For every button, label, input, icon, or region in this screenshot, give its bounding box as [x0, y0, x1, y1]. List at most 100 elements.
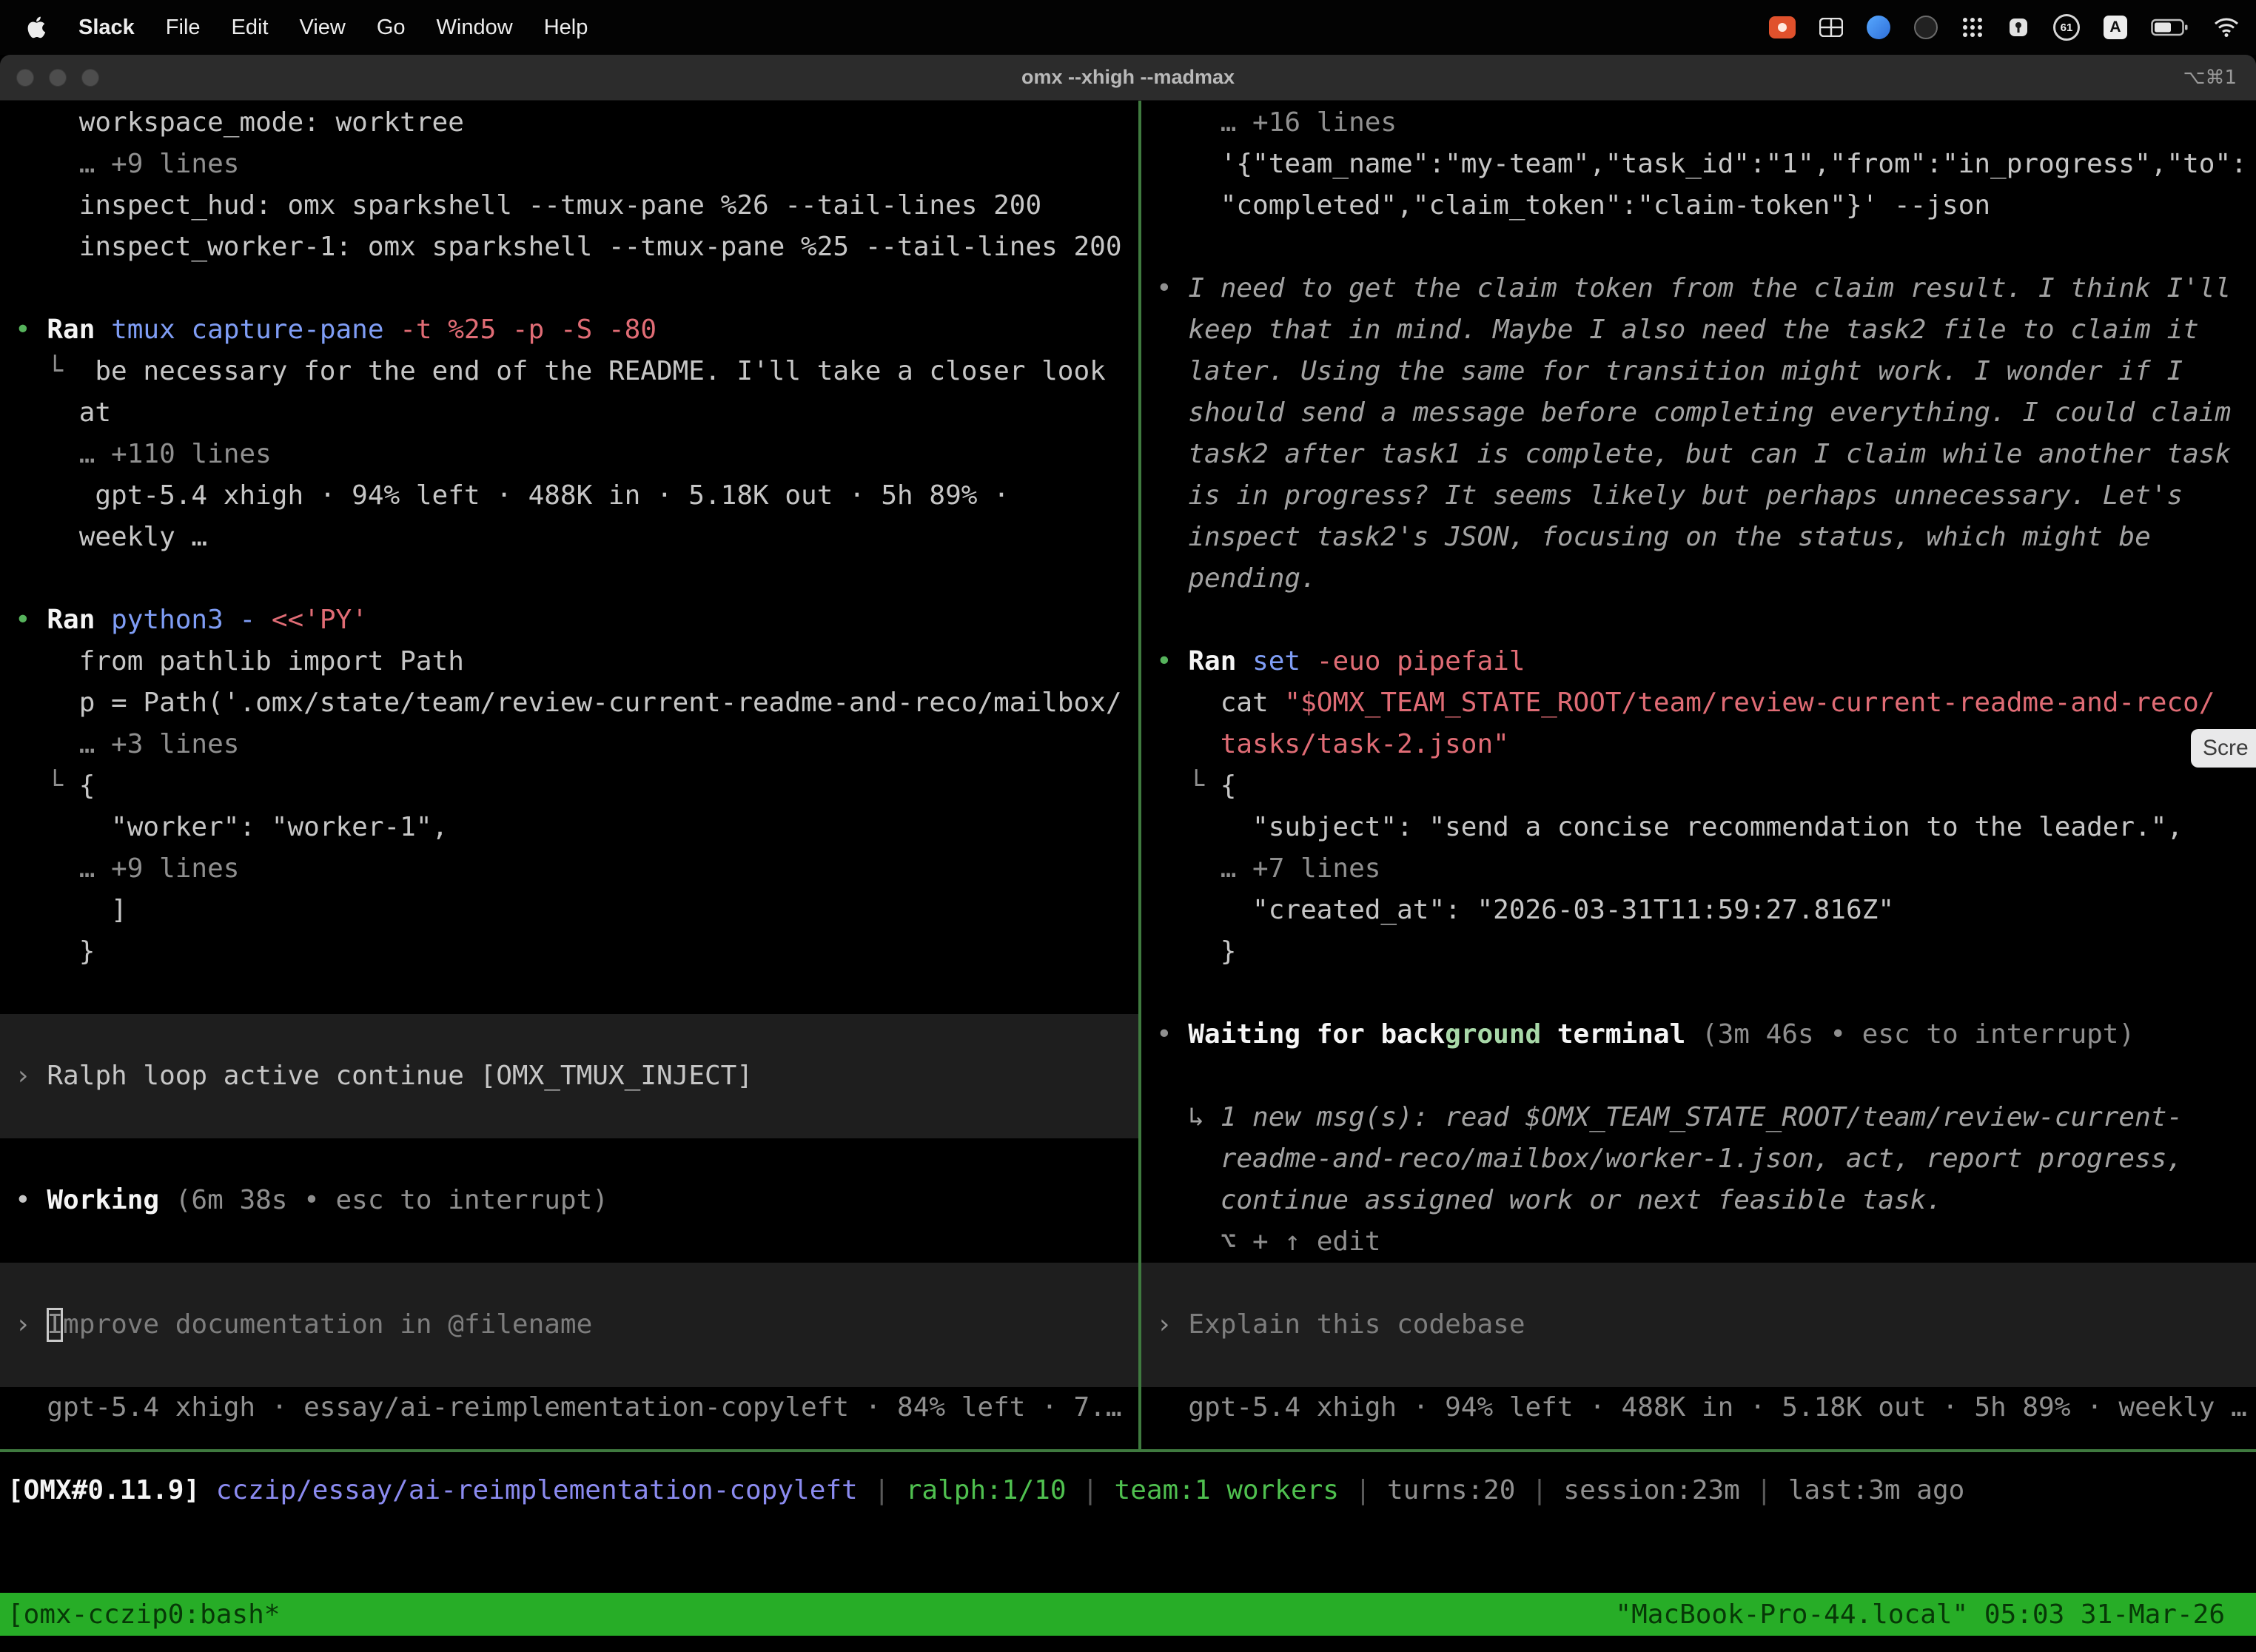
- terminal-line: should send a message before completing …: [1156, 392, 2241, 434]
- text-segment: (3m 46s • esc to interrupt): [1685, 1019, 2135, 1050]
- terminal-line: continue assigned work or next feasible …: [1156, 1180, 2241, 1221]
- wifi-icon[interactable]: [2213, 17, 2240, 38]
- screen-recording-indicator-icon[interactable]: [1769, 16, 1796, 38]
- terminal-line: … +9 lines: [15, 144, 1124, 185]
- text-segment: •: [1156, 273, 1188, 303]
- close-button[interactable]: [16, 69, 34, 87]
- dots-grid-icon[interactable]: [1961, 16, 1984, 38]
- pane-divider-horizontal[interactable]: [0, 1449, 2256, 1452]
- text-segment: •: [1156, 1019, 1188, 1050]
- terminal-line: '{"team_name":"my-team","task_id":"1","f…: [1156, 144, 2241, 185]
- text-segment: •: [15, 605, 47, 635]
- app-menu-slack[interactable]: Slack: [78, 16, 135, 40]
- text-segment: "worker": "worker-1",: [15, 812, 448, 842]
- menu-bar-left: Slack File Edit View Go Window Help: [0, 16, 588, 40]
- desktop-screen: Slack File Edit View Go Window Help: [0, 0, 2256, 1652]
- text-segment: tmux capture-pane: [95, 315, 383, 345]
- terminal-line: "created_at": "2026-03-31T11:59:27.816Z": [1156, 890, 2241, 931]
- terminal-line: keep that in mind. Maybe I also need the…: [1156, 309, 2241, 351]
- window-title-bar[interactable]: omx --xhigh --madmax ⌥⌘1: [0, 55, 2256, 101]
- text-segment: "subject": "send a concise recommendatio…: [1156, 812, 2183, 842]
- text-segment: Ran: [47, 315, 95, 345]
- app-icon-blue[interactable]: [1867, 16, 1890, 39]
- menu-window[interactable]: Window: [437, 16, 513, 40]
- minimize-button[interactable]: [49, 69, 67, 87]
- terminal-line: "subject": "send a concise recommendatio…: [1156, 807, 2241, 848]
- battery-gauge-icon[interactable]: 61: [2053, 14, 2080, 41]
- text-segment: gpt-5.4 xhigh · 94% left · 488K in · 5.1…: [1156, 1392, 2247, 1423]
- text-segment: Waiting for back: [1188, 1019, 1445, 1050]
- menu-bar-status-icons: 61 A: [1769, 14, 2256, 41]
- text-segment: "$OMX_TEAM_STATE_ROOT/team/review-curren…: [1284, 688, 2215, 718]
- terminal-pane-left[interactable]: workspace_mode: worktree … +9 lines insp…: [0, 101, 1138, 1449]
- terminal-line: }: [15, 931, 1124, 973]
- terminal-line: └ {: [1156, 765, 2241, 807]
- menu-view[interactable]: View: [300, 16, 346, 40]
- text-segment: •: [15, 315, 47, 345]
- text-segment: gpt-5.4 xhigh · 94% left · 488K in · 5.1…: [15, 480, 1010, 511]
- text-segment: ]: [15, 895, 127, 925]
- text-segment: workspace_mode: worktree: [15, 107, 464, 138]
- terminal-line: … +110 lines: [15, 434, 1124, 475]
- composer-band[interactable]: › Improve documentation in @filename: [0, 1263, 1138, 1387]
- menu-file[interactable]: File: [166, 16, 201, 40]
- overlay-label: Scre: [2203, 736, 2249, 761]
- terminal-line: • Ran tmux capture-pane -t %25 -p -S -80: [15, 309, 1124, 351]
- terminal-line: [1156, 600, 2241, 641]
- text-segment: I need to get the claim token from the c…: [1188, 273, 2231, 303]
- composer-band[interactable]: › Ralph loop active continue [OMX_TMUX_I…: [0, 1014, 1138, 1138]
- text-segment: later. Using the same for transition mig…: [1156, 356, 2183, 386]
- text-segment: ›: [1156, 1309, 1188, 1340]
- omx-status-line: [OMX#0.11.9] cczip/essay/ai-reimplementa…: [0, 1470, 2256, 1511]
- text-segment: should send a message before completing …: [1156, 397, 2231, 428]
- window-tiles-icon[interactable]: [1819, 18, 1843, 37]
- terminal-line: [15, 268, 1124, 309]
- password-key-icon[interactable]: [2007, 16, 2030, 38]
- text-segment: Ran: [47, 605, 95, 635]
- terminal-pane-right[interactable]: … +16 lines '{"team_name":"my-team","tas…: [1141, 101, 2256, 1449]
- terminal-line: [1156, 973, 2241, 1014]
- text-segment: "created_at": "2026-03-31T11:59:27.816Z": [1156, 895, 1894, 925]
- zoom-button[interactable]: [81, 69, 99, 87]
- text-segment: '{"team_name":"my-team","task_id":"1","f…: [1156, 149, 2247, 179]
- text-segment: cczip/essay/ai-reimplementation-copyleft: [216, 1475, 858, 1505]
- tmux-session-window-name: [omx-cczip0:bash*: [7, 1599, 280, 1630]
- text-segment: |: [1339, 1475, 1387, 1505]
- text-segment: (6m 38s • esc to interrupt): [159, 1185, 608, 1215]
- text-segment: python3 -: [95, 605, 255, 635]
- menu-edit[interactable]: Edit: [232, 16, 269, 40]
- text-segment: … +7 lines: [1156, 853, 1380, 884]
- output-block: … +16 lines '{"team_name":"my-team","tas…: [1156, 102, 2241, 1263]
- menu-help[interactable]: Help: [544, 16, 588, 40]
- screen-capture-overlay[interactable]: Scre: [2191, 729, 2256, 768]
- text-segment: task2 after task1 is complete, but can I…: [1156, 439, 2231, 469]
- terminal-line: readme-and-reco/mailbox/worker-1.json, a…: [1156, 1138, 2241, 1180]
- text-segment: readme-and-reco/mailbox/worker-1.json, a…: [1156, 1144, 2183, 1174]
- text-segment: ground: [1445, 1019, 1541, 1050]
- text-segment: be necessary for the end of the README. …: [95, 356, 1105, 386]
- terminal-line: at: [15, 392, 1124, 434]
- text-segment: … +9 lines: [15, 149, 239, 179]
- terminal-line: • Ran python3 - <<'PY': [15, 600, 1124, 641]
- text-segment: tasks/task-2.json": [1156, 729, 1509, 759]
- text-segment: … +110 lines: [15, 439, 272, 469]
- text-segment: session:23m: [1563, 1475, 1739, 1505]
- app-icon-dark[interactable]: [1914, 16, 1938, 39]
- text-segment: ›: [15, 1309, 47, 1340]
- text-segment: … +9 lines: [15, 853, 239, 884]
- terminal-line: └ be necessary for the end of the README…: [15, 351, 1124, 392]
- battery-icon[interactable]: [2151, 18, 2189, 37]
- text-segment: }: [15, 936, 95, 967]
- terminal-line: • Working (6m 38s • esc to interrupt): [15, 1180, 1124, 1221]
- output-block: • Working (6m 38s • esc to interrupt): [15, 1138, 1124, 1263]
- input-source-icon[interactable]: A: [2104, 16, 2127, 39]
- menu-go[interactable]: Go: [377, 16, 406, 40]
- apple-menu-icon[interactable]: [25, 16, 47, 38]
- text-segment: |: [1515, 1475, 1563, 1505]
- composer-band[interactable]: › Explain this codebase: [1141, 1263, 2256, 1387]
- terminal-line: cat "$OMX_TEAM_STATE_ROOT/team/review-cu…: [1156, 682, 2241, 724]
- text-segment: -euo pipefail: [1300, 646, 1525, 676]
- text-segment: set: [1236, 646, 1300, 676]
- terminal-line: └ {: [15, 765, 1124, 807]
- text-segment: weekly …: [15, 522, 207, 552]
